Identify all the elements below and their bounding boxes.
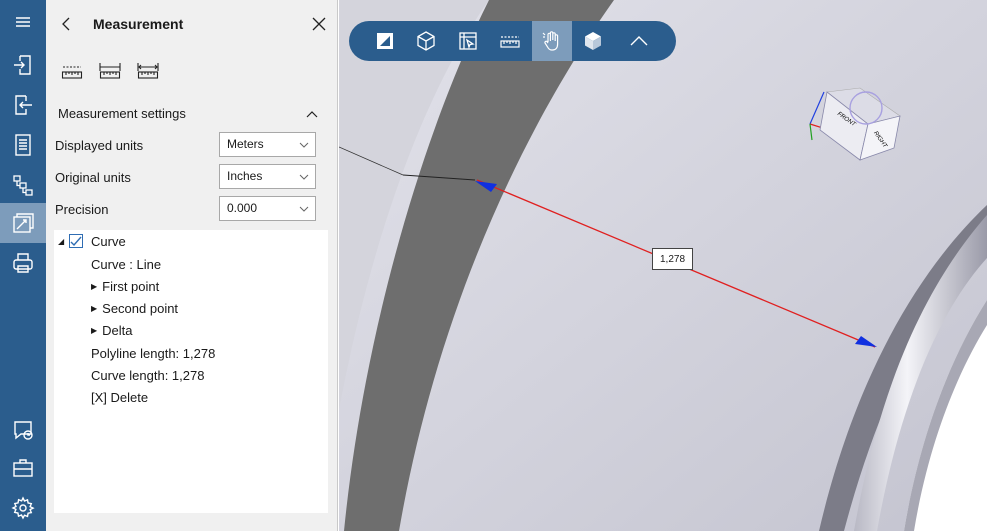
close-button[interactable] xyxy=(309,12,329,36)
precision-select[interactable]: 0.000 xyxy=(219,196,316,221)
width-icon xyxy=(137,63,159,79)
measurement-panel: Measurement Measurement settings Display… xyxy=(46,0,338,531)
collapsed-triangle-icon: ▶ xyxy=(91,326,98,335)
import-icon xyxy=(14,55,31,75)
collapsed-triangle-icon: ▶ xyxy=(91,304,98,313)
second-point-label: Second point xyxy=(102,301,179,316)
checkmark-icon xyxy=(70,236,82,247)
select-area-icon xyxy=(459,32,477,50)
settings-button[interactable] xyxy=(0,488,46,528)
tree-item-second-point[interactable]: ▶ Second point xyxy=(91,301,178,316)
delete-link[interactable]: [X] Delete xyxy=(91,390,148,405)
feedback-icon xyxy=(14,421,33,440)
section-icon xyxy=(377,33,393,49)
hierarchy-button[interactable] xyxy=(0,165,46,205)
point-to-point-icon xyxy=(61,66,83,79)
displayed-units-label: Displayed units xyxy=(55,138,144,153)
view-cube-icon xyxy=(417,31,435,51)
feedback-button[interactable] xyxy=(0,410,46,450)
import-button[interactable] xyxy=(0,45,46,85)
section-button[interactable] xyxy=(368,21,402,61)
pan-button[interactable] xyxy=(532,21,572,61)
panel-header: Measurement xyxy=(46,0,338,50)
measurement-tree: ◢ Curve Curve : Line ▶ First point ▶ Secon… xyxy=(54,230,328,513)
chevron-up-icon xyxy=(306,111,318,118)
briefcase-button[interactable] xyxy=(0,448,46,488)
document-icon xyxy=(15,134,31,156)
menu-icon xyxy=(16,17,30,27)
precision-value: 0.000 xyxy=(227,201,258,215)
curve-length-text: Curve length: 1,278 xyxy=(91,368,205,383)
shaded-cube-icon xyxy=(585,32,601,50)
polyline-length-text: Polyline length: 1,278 xyxy=(91,346,216,361)
distance-tool-button[interactable] xyxy=(98,58,122,84)
chevron-down-icon xyxy=(299,142,309,148)
measurement-icon xyxy=(13,213,34,233)
original-units-label: Original units xyxy=(55,170,131,185)
tree-item-delta[interactable]: ▶ Delta xyxy=(91,323,133,338)
shading-button[interactable] xyxy=(576,21,610,61)
delta-label: Delta xyxy=(102,323,133,338)
collapse-toolbar-button[interactable] xyxy=(622,21,656,61)
chevron-down-icon xyxy=(299,174,309,180)
tree-item-first-point[interactable]: ▶ First point xyxy=(91,279,159,294)
view-cube-icon: FRONT RIGHT xyxy=(809,87,901,161)
expanded-triangle-icon[interactable]: ◢ xyxy=(58,237,64,246)
measure-icon xyxy=(500,36,520,48)
curve-checkbox[interactable] xyxy=(69,234,83,248)
chevron-left-icon xyxy=(62,17,70,31)
collapse-section-button[interactable] xyxy=(302,104,322,124)
tree-item-curve[interactable]: ◢ xyxy=(58,234,69,249)
measure-button[interactable] xyxy=(493,21,527,61)
section-title: Measurement settings xyxy=(58,106,186,121)
view-cube-button[interactable] xyxy=(409,21,443,61)
export-icon xyxy=(15,95,32,115)
print-button[interactable] xyxy=(0,243,46,283)
measurement-tools xyxy=(60,58,160,84)
panel-title: Measurement xyxy=(93,16,184,32)
pan-hand-icon xyxy=(542,31,559,51)
distance-icon xyxy=(99,63,121,79)
view-toolbar xyxy=(349,21,676,61)
curve-label: Curve xyxy=(91,234,126,249)
width-tool-button[interactable] xyxy=(136,58,160,84)
dimension-label: 1,278 xyxy=(652,248,693,270)
measurement-settings-header[interactable]: Measurement settings xyxy=(46,100,338,130)
displayed-units-select[interactable]: Meters xyxy=(219,132,316,157)
first-point-label: First point xyxy=(102,279,160,294)
point-to-point-tool-button[interactable] xyxy=(60,58,84,84)
displayed-units-value: Meters xyxy=(227,137,264,151)
collapsed-triangle-icon: ▶ xyxy=(91,282,98,291)
print-icon xyxy=(13,253,33,273)
chevron-down-icon xyxy=(299,206,309,212)
precision-label: Precision xyxy=(55,202,109,217)
original-units-value: Inches xyxy=(227,169,263,183)
navigation-cube[interactable]: FRONT RIGHT xyxy=(802,78,908,170)
left-icon-rail xyxy=(0,0,46,531)
collapse-icon xyxy=(630,36,648,46)
briefcase-icon xyxy=(13,459,33,477)
measurement-rail-button[interactable] xyxy=(0,203,46,243)
hierarchy-icon xyxy=(13,175,33,196)
curve-type-label: Curve : Line xyxy=(91,257,162,272)
export-button[interactable] xyxy=(0,85,46,125)
close-icon xyxy=(312,17,326,31)
select-area-button[interactable] xyxy=(451,21,485,61)
document-button[interactable] xyxy=(0,125,46,165)
original-units-select[interactable]: Inches xyxy=(219,164,316,189)
back-button[interactable] xyxy=(56,12,76,36)
menu-button[interactable] xyxy=(0,2,46,42)
settings-icon xyxy=(11,496,35,520)
